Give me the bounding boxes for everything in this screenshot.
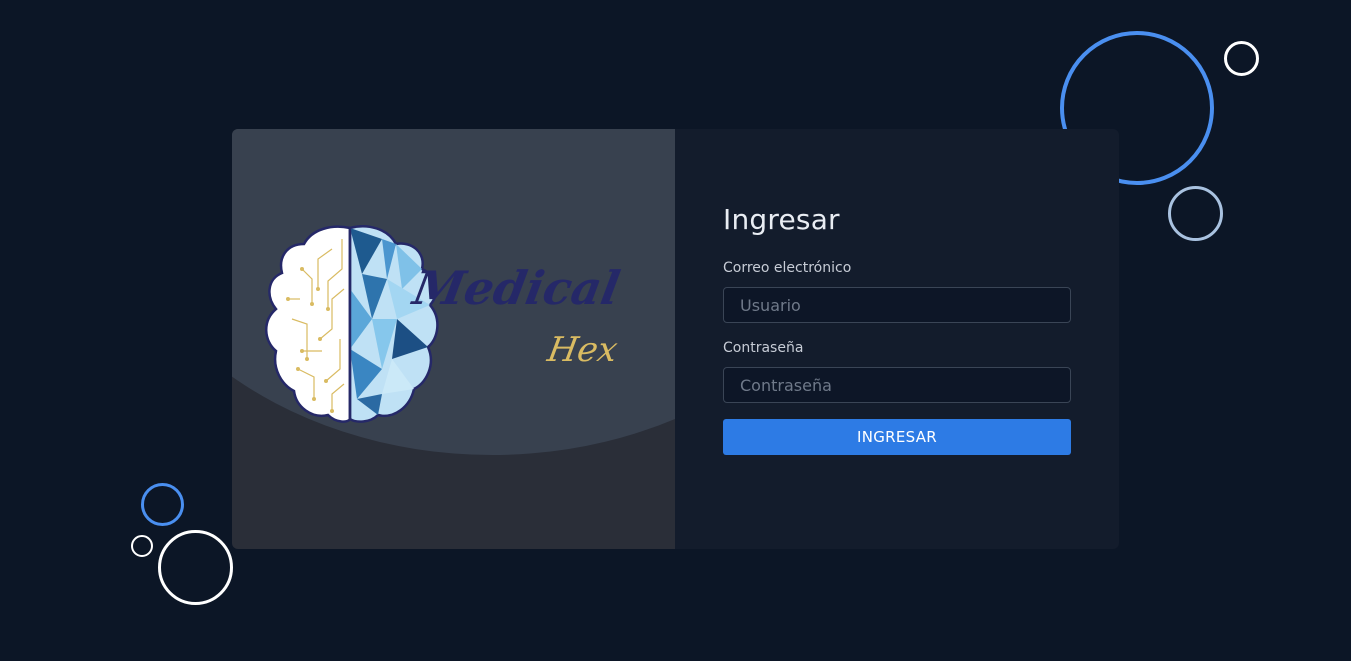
login-page: Medical Hex Ingresar Correo electrónico … (0, 0, 1351, 661)
brand-wordmark: Medical Hex (407, 260, 624, 370)
email-input[interactable] (723, 287, 1071, 323)
login-title: Ingresar (723, 203, 840, 236)
logo-text-hex: Hex (544, 330, 621, 370)
password-label: Contraseña (723, 340, 804, 356)
login-submit-button[interactable]: INGRESAR (723, 419, 1071, 455)
decorative-ring-white-bottom (158, 530, 233, 605)
login-form-panel: Ingresar Correo electrónico Contraseña I… (675, 129, 1119, 549)
decorative-ring-blue-bottom (141, 483, 184, 526)
decorative-ring-small-white (1224, 41, 1259, 76)
login-card: Medical Hex Ingresar Correo electrónico … (232, 129, 1119, 549)
decorative-ring-tiny-white (131, 535, 153, 557)
decorative-ring-pale-blue (1168, 186, 1223, 241)
brand-panel: Medical Hex (232, 129, 675, 549)
logo-text-medical: Medical (407, 260, 624, 315)
password-input[interactable] (723, 367, 1071, 403)
email-label: Correo electrónico (723, 260, 852, 276)
